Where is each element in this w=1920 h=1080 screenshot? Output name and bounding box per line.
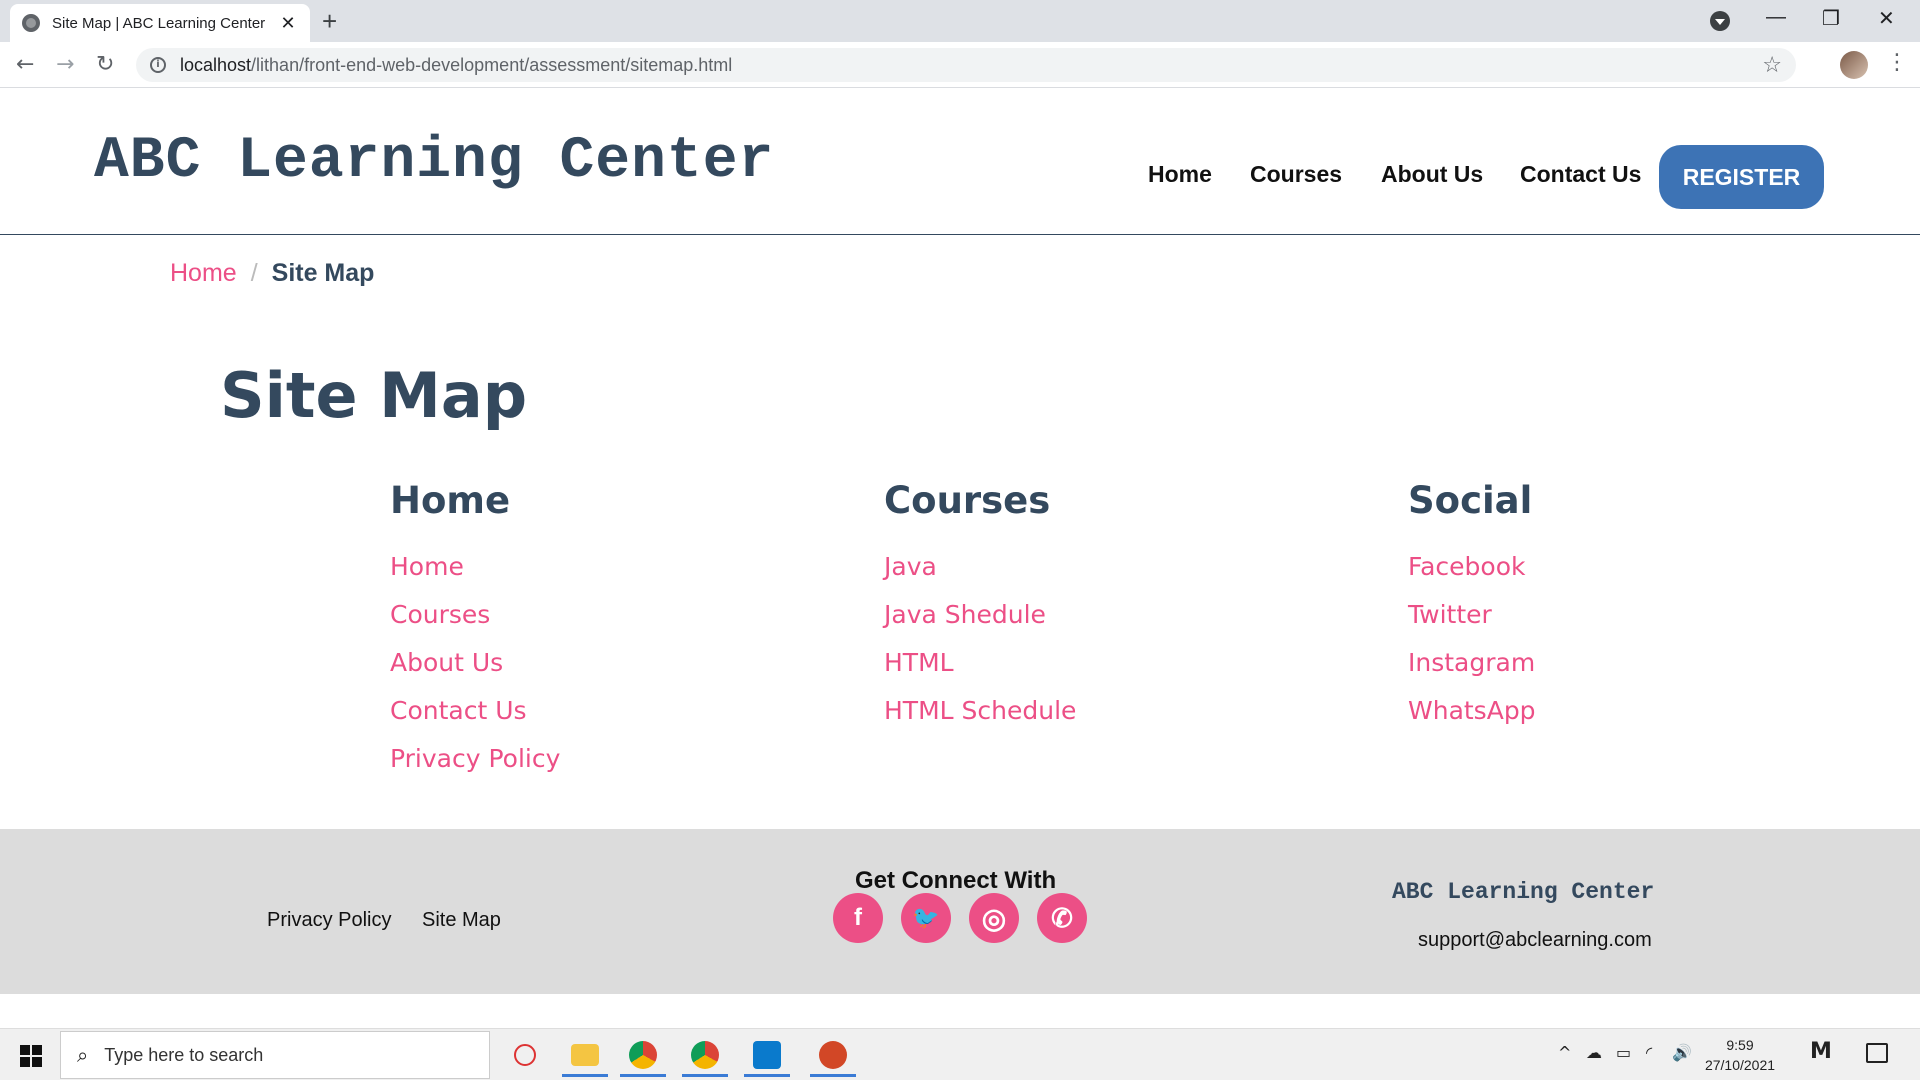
whatsapp-icon[interactable]: ✆ bbox=[1037, 893, 1087, 943]
profile-avatar[interactable] bbox=[1840, 51, 1868, 79]
url-host: localhost bbox=[180, 54, 252, 75]
tray-chevron-icon[interactable]: ^ bbox=[1558, 1043, 1571, 1062]
breadcrumb: Home / Site Map bbox=[170, 259, 374, 288]
column-title: Home bbox=[390, 479, 511, 522]
page-title: Site Map bbox=[220, 359, 528, 432]
site-header: ABC Learning Center Home Courses About U… bbox=[0, 89, 1920, 235]
nav-about-us[interactable]: About Us bbox=[1381, 161, 1483, 188]
browser-menu-icon[interactable]: ⋮ bbox=[1886, 50, 1908, 75]
nav-courses[interactable]: Courses bbox=[1250, 161, 1342, 188]
file-explorer-icon[interactable] bbox=[560, 1033, 610, 1077]
clock-date: 27/10/2021 bbox=[1704, 1057, 1776, 1073]
windows-start-icon[interactable] bbox=[20, 1045, 42, 1067]
sitemap-link-instagram[interactable]: Instagram bbox=[1408, 639, 1536, 687]
sitemap-column-home: Home Home Courses About Us Contact Us Pr… bbox=[390, 479, 560, 783]
footer-link-site-map[interactable]: Site Map bbox=[422, 909, 501, 932]
chrome-profile-icon[interactable] bbox=[680, 1033, 730, 1077]
back-button[interactable]: ← bbox=[16, 52, 34, 77]
sitemap-link-facebook[interactable]: Facebook bbox=[1408, 543, 1536, 591]
site-logo[interactable]: ABC Learning Center bbox=[94, 129, 774, 194]
clock-time: 9:59 bbox=[1726, 1037, 1754, 1053]
sitemap-link-twitter[interactable]: Twitter bbox=[1408, 591, 1536, 639]
maximize-button[interactable]: ❐ bbox=[1822, 6, 1840, 31]
tab-close-button[interactable]: ✕ bbox=[278, 13, 298, 34]
address-bar: ← → ↻ i localhost/lithan/front-end-web-d… bbox=[0, 42, 1920, 88]
sitemap-link-home[interactable]: Home bbox=[390, 543, 560, 591]
register-button[interactable]: REGISTER bbox=[1659, 145, 1824, 209]
wifi-icon[interactable]: ◜ bbox=[1646, 1043, 1652, 1062]
footer-link-privacy-policy[interactable]: Privacy Policy bbox=[267, 909, 391, 932]
search-placeholder: Type here to search bbox=[104, 1044, 264, 1065]
sitemap-link-about-us[interactable]: About Us bbox=[390, 639, 560, 687]
sitemap-link-privacy-policy[interactable]: Privacy Policy bbox=[390, 735, 560, 783]
sitemap-link-whatsapp[interactable]: WhatsApp bbox=[1408, 687, 1536, 735]
browser-tab-bar: Site Map | ABC Learning Center ✕ + — ❐ ✕ bbox=[0, 0, 1920, 42]
url-path: /lithan/front-end-web-development/assess… bbox=[251, 54, 733, 75]
battery-icon[interactable]: ▭ bbox=[1616, 1043, 1631, 1062]
globe-icon bbox=[22, 14, 40, 32]
instagram-icon[interactable]: ◎ bbox=[969, 893, 1019, 943]
info-icon[interactable]: i bbox=[150, 57, 166, 73]
sitemap-link-contact-us[interactable]: Contact Us bbox=[390, 687, 560, 735]
twitter-icon[interactable]: 🐦 bbox=[901, 893, 951, 943]
taskbar-search-input[interactable]: ⌕ Type here to search bbox=[60, 1031, 490, 1079]
notifications-icon[interactable] bbox=[1866, 1043, 1888, 1063]
sitemap-link-courses[interactable]: Courses bbox=[390, 591, 560, 639]
sitemap-link-java[interactable]: Java bbox=[884, 543, 1076, 591]
sitemap-link-html-schedule[interactable]: HTML Schedule bbox=[884, 687, 1076, 735]
footer-brand: ABC Learning Center bbox=[1392, 879, 1655, 905]
new-tab-button[interactable]: + bbox=[322, 6, 337, 37]
nav-home[interactable]: Home bbox=[1148, 161, 1212, 188]
minimize-button[interactable]: — bbox=[1766, 6, 1786, 29]
volume-icon[interactable]: 🔊 bbox=[1672, 1043, 1692, 1062]
ime-icon[interactable]: M bbox=[1810, 1039, 1832, 1064]
column-title: Courses bbox=[884, 479, 1051, 522]
breadcrumb-home[interactable]: Home bbox=[170, 259, 237, 288]
breadcrumb-separator: / bbox=[250, 259, 258, 287]
onedrive-icon[interactable]: ☁ bbox=[1586, 1043, 1602, 1062]
breadcrumb-current: Site Map bbox=[271, 259, 375, 287]
browser-tab[interactable]: Site Map | ABC Learning Center ✕ bbox=[10, 4, 310, 42]
facebook-icon[interactable]: f bbox=[833, 893, 883, 943]
reload-button[interactable]: ↻ bbox=[96, 52, 114, 77]
powerpoint-icon[interactable] bbox=[808, 1033, 858, 1077]
site-footer: Privacy Policy Site Map Get Connect With… bbox=[0, 829, 1920, 994]
search-icon: ⌕ bbox=[77, 1043, 89, 1067]
nav-contact-us[interactable]: Contact Us bbox=[1520, 161, 1641, 188]
snipping-tool-icon[interactable] bbox=[500, 1033, 550, 1077]
sitemap-link-html[interactable]: HTML bbox=[884, 639, 1076, 687]
column-title: Social bbox=[1408, 479, 1533, 522]
sitemap-link-java-schedule[interactable]: Java Shedule bbox=[884, 591, 1076, 639]
web-page: ABC Learning Center Home Courses About U… bbox=[0, 89, 1920, 1028]
sitemap-column-courses: Courses Java Java Shedule HTML HTML Sche… bbox=[884, 479, 1076, 735]
vscode-icon[interactable] bbox=[742, 1033, 792, 1077]
sitemap-column-social: Social Facebook Twitter Instagram WhatsA… bbox=[1408, 479, 1536, 735]
chrome-icon[interactable] bbox=[618, 1033, 668, 1077]
forward-button[interactable]: → bbox=[56, 52, 74, 77]
taskbar: ⌕ Type here to search ^ ☁ ▭ ◜ 🔊 9:59 27/… bbox=[0, 1028, 1920, 1080]
tab-title: Site Map | ABC Learning Center bbox=[52, 14, 266, 32]
url-text[interactable]: localhost/lithan/front-end-web-developme… bbox=[180, 55, 1762, 76]
bookmark-star-icon[interactable]: ☆ bbox=[1762, 53, 1782, 78]
close-window-button[interactable]: ✕ bbox=[1878, 6, 1895, 31]
footer-email[interactable]: support@abclearning.com bbox=[1418, 929, 1652, 952]
tab-search-icon[interactable] bbox=[1710, 11, 1730, 31]
connect-title: Get Connect With bbox=[855, 867, 1057, 894]
url-field[interactable]: i localhost/lithan/front-end-web-develop… bbox=[136, 48, 1796, 82]
system-clock[interactable]: 9:59 27/10/2021 bbox=[1700, 1035, 1780, 1075]
